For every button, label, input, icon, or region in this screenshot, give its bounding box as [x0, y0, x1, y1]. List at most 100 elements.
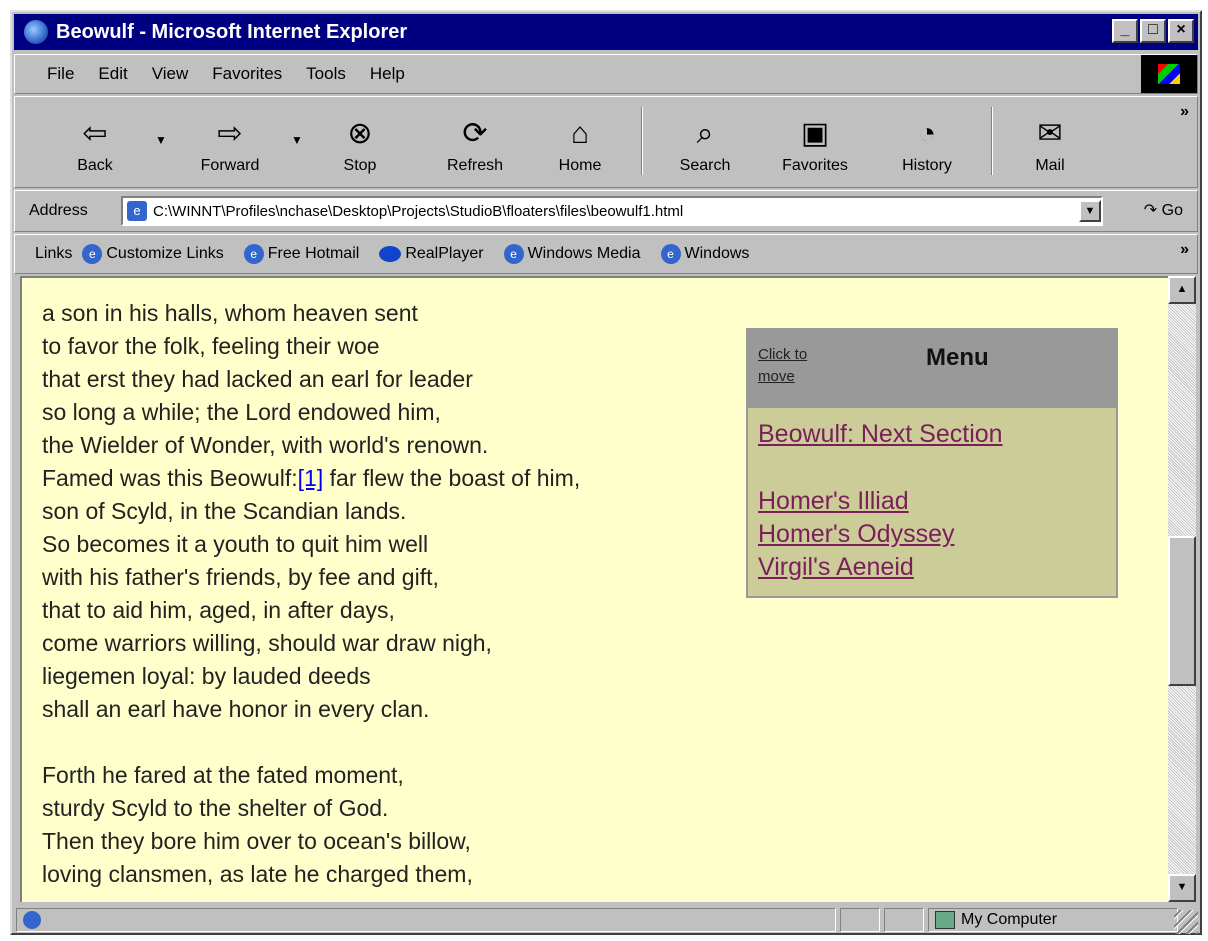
ie-page-icon: e: [243, 244, 264, 264]
standard-toolbar: ⇦ Back ▼ ⇨ Forward ▼ ⊗ Stop ⟳ Refresh ⌂ …: [14, 96, 1198, 188]
page-content: a son in his halls, whom heaven sent to …: [20, 276, 1168, 902]
poem-line: loving clansmen, as late he charged them…: [42, 861, 473, 887]
links-bar: Links e Customize Links e Free Hotmail Rea…: [14, 234, 1198, 274]
scroll-up-icon[interactable]: ▲: [1168, 276, 1196, 304]
poem-line-partial: [42, 278, 580, 297]
click-to-move-link[interactable]: Click to move: [758, 344, 828, 388]
ie-page-icon: e: [503, 244, 524, 264]
close-button[interactable]: ×: [1168, 19, 1194, 43]
link-windows[interactable]: e Windows: [660, 244, 749, 264]
poem-line-famed: Famed was this Beowulf:[1] far flew the …: [42, 465, 581, 491]
history-button[interactable]: ◔ History: [887, 101, 967, 183]
poem-line: the Wielder of Wonder, with world's reno…: [42, 432, 489, 458]
ie-page-icon: e: [82, 244, 103, 264]
search-icon: ⌕: [696, 117, 714, 150]
poem-line: so long a while; the Lord endowed him,: [42, 399, 441, 425]
link-realplayer[interactable]: RealPlayer: [379, 245, 484, 263]
minimize-button[interactable]: _: [1112, 19, 1138, 43]
address-url: C:\WINNT\Profiles\nchase\Desktop\Project…: [153, 202, 684, 220]
favorites-folder-icon: ▣: [800, 117, 830, 150]
mail-icon: ✉: [1037, 117, 1063, 150]
virgil-aeneid-link[interactable]: Virgil's Aeneid: [758, 551, 1106, 584]
status-pane: [884, 908, 924, 932]
toolbar-separator: [641, 107, 643, 175]
links-chevron-icon[interactable]: »: [1180, 241, 1189, 259]
menu-view[interactable]: View: [140, 64, 201, 84]
forward-arrow-icon: ⇨: [217, 117, 243, 150]
floating-menu-title: Menu: [926, 344, 989, 371]
address-bar: Address e C:\WINNT\Profiles\nchase\Deskt…: [14, 190, 1198, 232]
home-icon: ⌂: [570, 117, 590, 150]
go-button[interactable]: ↷ Go: [1144, 200, 1183, 220]
page-icon: e: [127, 201, 147, 221]
refresh-button[interactable]: ⟳ Refresh: [435, 101, 515, 183]
menu-file[interactable]: File: [35, 64, 86, 84]
mail-button[interactable]: ✉ Mail: [1015, 101, 1085, 183]
menu-help[interactable]: Help: [358, 64, 417, 84]
back-dropdown-icon[interactable]: ▼: [155, 133, 167, 147]
status-text-pane: [16, 908, 836, 932]
next-section-link[interactable]: Beowulf: Next Section: [758, 418, 1106, 451]
search-button[interactable]: ⌕ Search: [665, 101, 745, 183]
address-dropdown-icon[interactable]: ▼: [1079, 200, 1101, 222]
security-zone-pane: My Computer: [928, 908, 1178, 932]
poem-line: son of Scyld, in the Scandian lands.: [42, 498, 407, 524]
poem-line: that to aid him, aged, in after days,: [42, 597, 395, 623]
resize-grip[interactable]: [1174, 910, 1198, 934]
toolbar-separator: [991, 107, 993, 175]
status-pane: [840, 908, 880, 932]
my-computer-icon: [935, 911, 955, 929]
poem-text: a son in his halls, whom heaven sent to …: [42, 278, 581, 891]
back-arrow-icon: ⇦: [82, 117, 108, 150]
realplayer-icon: [379, 246, 402, 262]
footnote-link[interactable]: [1]: [298, 465, 324, 491]
menu-tools[interactable]: Tools: [294, 64, 358, 84]
poem-line: a son in his halls, whom heaven sent: [42, 300, 418, 326]
poem-line: liegemen loyal: by lauded deeds: [42, 663, 371, 689]
scroll-thumb[interactable]: [1168, 536, 1196, 686]
scroll-down-icon[interactable]: ▼: [1168, 874, 1196, 902]
poem-line: come warriors willing, should war draw n…: [42, 630, 492, 656]
menu-edit[interactable]: Edit: [86, 64, 139, 84]
links-label: Links: [35, 245, 73, 262]
homer-odyssey-link[interactable]: Homer's Odyssey: [758, 518, 1106, 551]
address-input[interactable]: e C:\WINNT\Profiles\nchase\Desktop\Proje…: [121, 196, 1103, 226]
menu-favorites[interactable]: Favorites: [200, 64, 294, 84]
ie-page-icon: e: [660, 244, 681, 264]
link-free-hotmail[interactable]: e Free Hotmail: [243, 244, 359, 264]
floating-menu: Click to move Menu Beowulf: Next Section…: [746, 328, 1118, 598]
home-button[interactable]: ⌂ Home: [545, 101, 615, 183]
poem-line: shall an earl have honor in every clan.: [42, 696, 430, 722]
favorites-button[interactable]: ▣ Favorites: [767, 101, 863, 183]
windows-logo-icon: [1141, 55, 1197, 93]
address-label: Address: [29, 202, 88, 219]
poem-line: So becomes it a youth to quit him well: [42, 531, 429, 557]
title-bar[interactable]: Beowulf - Microsoft Internet Explorer _ …: [14, 14, 1198, 50]
poem-line: Then they bore him over to ocean's billo…: [42, 828, 471, 854]
stop-button[interactable]: ⊗ Stop: [325, 101, 395, 183]
go-arrow-icon: ↷: [1143, 202, 1158, 219]
stop-icon: ⊗: [347, 117, 373, 150]
zone-label: My Computer: [961, 911, 1058, 928]
ie-status-icon: [23, 911, 41, 929]
forward-dropdown-icon[interactable]: ▼: [291, 133, 303, 147]
poem-line: that erst they had lacked an earl for le…: [42, 366, 473, 392]
floating-menu-header: Click to move Menu: [748, 330, 1116, 408]
poem-line: sturdy Scyld to the shelter of God.: [42, 795, 389, 821]
toolbar-chevron-icon[interactable]: »: [1180, 103, 1189, 121]
homer-illiad-link[interactable]: Homer's Illiad: [758, 485, 1106, 518]
browser-window: Beowulf - Microsoft Internet Explorer _ …: [10, 10, 1202, 935]
back-button[interactable]: ⇦ Back: [55, 101, 135, 183]
vertical-scrollbar[interactable]: ▲ ▼: [1168, 276, 1196, 902]
menu-bar: File Edit View Favorites Tools Help: [14, 54, 1198, 94]
link-customize-links[interactable]: e Customize Links: [82, 244, 224, 264]
poem-line: with his father's friends, by fee and gi…: [42, 564, 439, 590]
link-windows-media[interactable]: e Windows Media: [503, 244, 641, 264]
refresh-icon: ⟳: [462, 117, 488, 150]
forward-button[interactable]: ⇨ Forward: [185, 101, 275, 183]
maximize-button[interactable]: □: [1140, 19, 1166, 43]
status-bar: My Computer: [14, 906, 1198, 934]
history-icon: ◔: [917, 117, 937, 150]
ie-icon: [24, 20, 48, 44]
poem-line: to favor the folk, feeling their woe: [42, 333, 380, 359]
